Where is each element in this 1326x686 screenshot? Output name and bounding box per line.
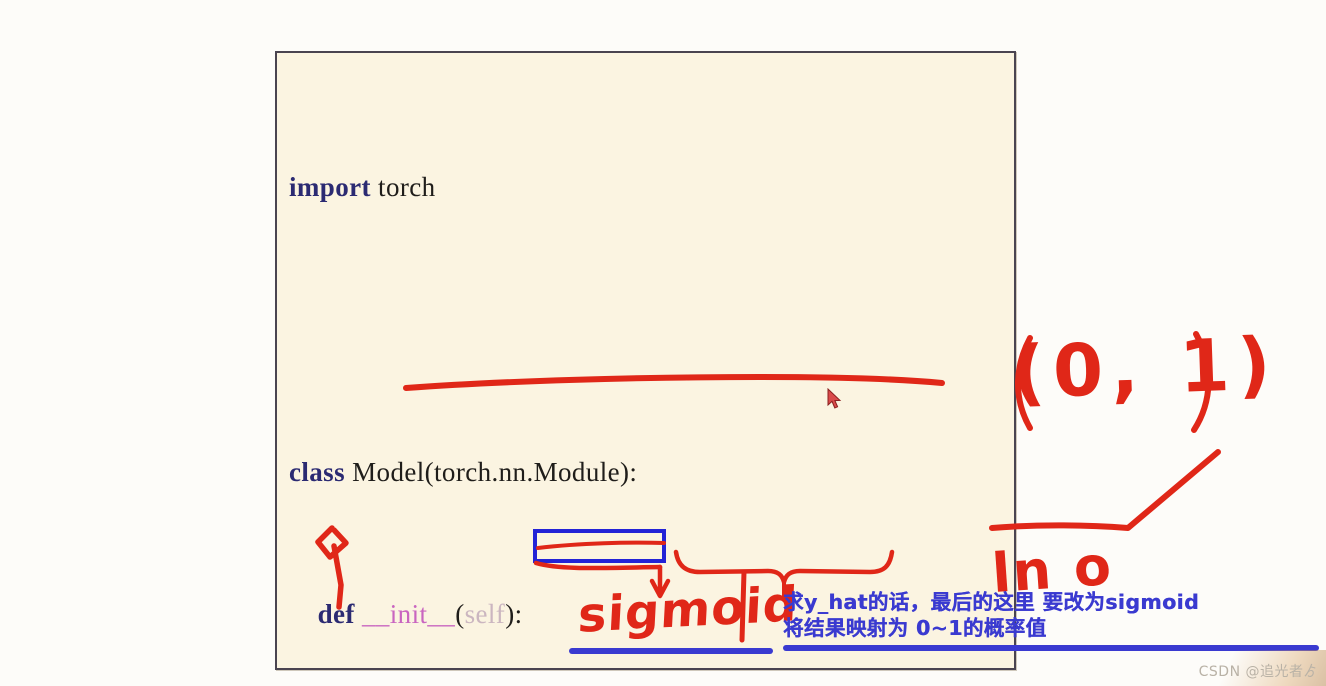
chinese-annotation-line-1: 求y_hat的话，最后的这里 要改为sigmoid: [783, 590, 1200, 614]
mouse-cursor-icon: [827, 388, 842, 409]
csdn-watermark: CSDN @追光者ゟ: [1198, 664, 1318, 680]
relu-graph-stroke: [989, 449, 1221, 531]
handwritten-sigmoid-annotation: sigmoid: [576, 576, 800, 644]
code-line-blank-1: [289, 312, 742, 348]
handwritten-range-annotation: (0, 1): [1010, 321, 1280, 415]
chinese-annotation-note: 求y_hat的话，最后的这里 要改为sigmoid 将结果映射为 0~1的概率值: [783, 590, 1199, 641]
activate-highlight-box: [533, 529, 666, 563]
code-line-import: import torch: [289, 171, 436, 202]
code-line-class: class Model(torch.nn.Module):: [289, 456, 638, 487]
screenshot-canvas: import torch class Model(torch.nn.Module…: [0, 0, 1326, 686]
chinese-annotation-line-2: 将结果映射为 0~1的概率值: [783, 615, 1047, 640]
code-panel: import torch class Model(torch.nn.Module…: [275, 51, 1016, 670]
